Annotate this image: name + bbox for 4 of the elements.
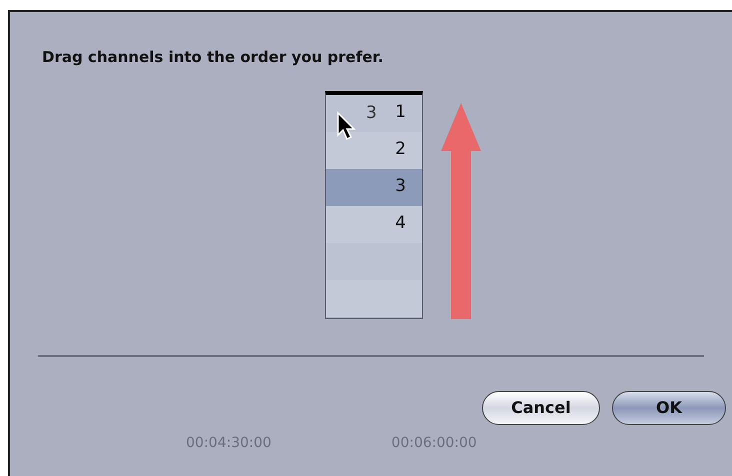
timecode-text: 00:04:30:00 — [186, 434, 272, 452]
timecode-text: 00:06:00:00 — [391, 434, 477, 452]
dialog-message: Drag channels into the order you prefer. — [42, 47, 384, 68]
drag-label: 3 — [366, 102, 377, 124]
